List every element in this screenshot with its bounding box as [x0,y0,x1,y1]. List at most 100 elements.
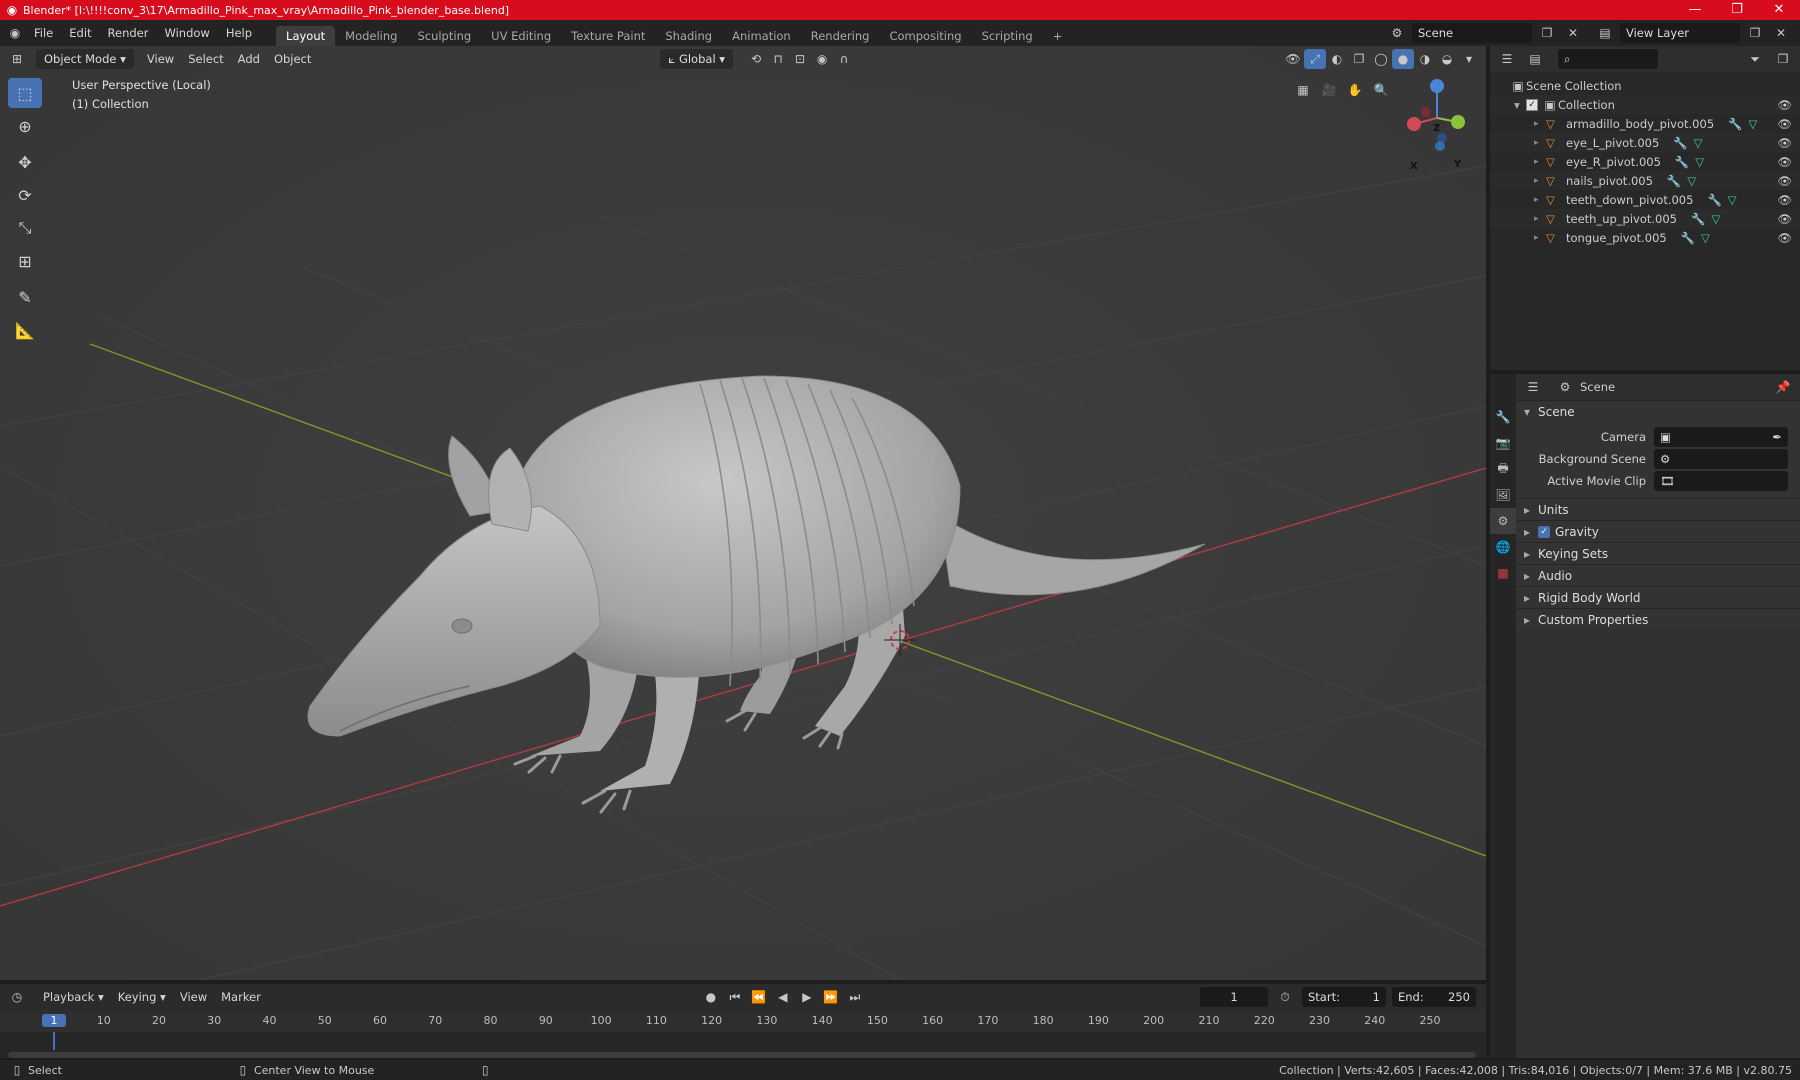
expand-arrow-icon[interactable]: ▾ [1514,98,1526,112]
mesh-data-icon[interactable]: ▽ [1687,174,1696,188]
rigid-body-world-panel-header[interactable]: ▸ Rigid Body World [1516,586,1800,608]
tree-object[interactable]: ▸ ▽ nails_pivot.005 🔧 ▽ 👁 [1490,171,1800,190]
play-reverse-icon[interactable]: ◀ [772,987,794,1007]
viewport-menu-object[interactable]: Object [267,49,318,69]
new-scene-icon[interactable]: ❐ [1536,23,1558,43]
tab-sculpting[interactable]: Sculpting [407,26,481,46]
menu-file[interactable]: File [26,20,61,46]
record-icon[interactable]: ● [700,987,722,1007]
stopwatch-icon[interactable]: ⏱ [1274,987,1296,1007]
jump-keyframe-forward-icon[interactable]: ⏩ [820,987,842,1007]
minimize-button[interactable]: — [1674,0,1716,20]
jump-keyframe-back-icon[interactable]: ⏪ [748,987,770,1007]
modifier-icon[interactable]: 🔧 [1675,155,1689,169]
timeline-scrollbar[interactable] [8,1052,1476,1058]
output-tab-icon[interactable]: 🖶 [1490,456,1516,482]
transform-orientation-dropdown[interactable]: ⟀ Global ▾ [660,49,734,69]
scale-tool-icon[interactable]: ⤡ [8,213,42,243]
new-view-layer-icon[interactable]: ❐ [1744,23,1766,43]
gravity-panel-header[interactable]: ▸ ✓ Gravity [1516,520,1800,542]
tab-animation[interactable]: Animation [722,26,801,46]
tool-tab-icon[interactable]: 🔧 [1490,404,1516,430]
snap-icon[interactable]: ⊓ [767,49,789,69]
transform-tool-icon[interactable]: ⊞ [8,246,42,276]
keying-sets-panel-header[interactable]: ▸ Keying Sets [1516,542,1800,564]
timeline-menu-keying[interactable]: Keying ▾ [111,987,173,1007]
menu-edit[interactable]: Edit [61,20,99,46]
menu-render[interactable]: Render [100,20,157,46]
gizmo-z-axis[interactable] [1430,79,1444,93]
viewport-menu-add[interactable]: Add [231,49,267,69]
keyframe-area[interactable] [0,1032,1486,1058]
maximize-button[interactable]: ❐ [1716,0,1758,20]
tree-object[interactable]: ▸ ▽ armadillo_body_pivot.005 🔧 ▽ 👁 [1490,114,1800,133]
tree-object[interactable]: ▸ ▽ eye_R_pivot.005 🔧 ▽ 👁 [1490,152,1800,171]
texture-tab-icon[interactable]: ▩ [1490,560,1516,586]
mesh-data-icon[interactable]: ▽ [1701,231,1710,245]
object-visibility-icon[interactable]: 👁 [1777,155,1792,169]
rendered-shading-icon[interactable]: ◒ [1436,49,1458,69]
modifier-icon[interactable]: 🔧 [1667,174,1681,188]
modifier-icon[interactable]: 🔧 [1691,212,1705,226]
modifier-icon[interactable]: 🔧 [1707,193,1721,207]
visibility-icon[interactable]: 👁 [1282,49,1304,69]
tree-object[interactable]: ▸ ▽ tongue_pivot.005 🔧 ▽ 👁 [1490,228,1800,247]
filter-icon[interactable]: ⏷ [1744,49,1766,69]
add-workspace-button[interactable]: + [1043,26,1073,46]
falloff-icon[interactable]: ∩ [833,49,855,69]
shading-options-icon[interactable]: ▾ [1458,49,1480,69]
move-tool-icon[interactable]: ✥ [8,147,42,177]
timeline-menu-marker[interactable]: Marker [214,987,268,1007]
xray-toggle-icon[interactable]: ❐ [1348,49,1370,69]
mesh-data-icon[interactable]: ▽ [1694,136,1703,150]
tree-scene-collection[interactable]: ▣ Scene Collection [1490,76,1800,95]
current-frame-field[interactable]: 1 [1200,987,1268,1007]
object-visibility-icon[interactable]: 👁 [1777,231,1792,245]
frame-ruler[interactable]: 1 10 20 30 40 50 60 70 80 90 100 110 120 130 140 150 160… [0,1010,1486,1032]
tab-compositing[interactable]: Compositing [879,26,971,46]
proportional-edit-icon[interactable]: ◉ [811,49,833,69]
expand-arrow-icon[interactable]: ▸ [1534,176,1546,186]
timeline-editor-type-icon[interactable]: ◷ [6,987,28,1007]
menu-help[interactable]: Help [218,20,260,46]
scene-selector[interactable]: Scene [1412,23,1532,43]
camera-field[interactable]: ▣ ✒ [1654,427,1788,447]
tab-rendering[interactable]: Rendering [801,26,880,46]
expand-arrow-icon[interactable]: ▸ [1534,233,1546,243]
expand-arrow-icon[interactable]: ▸ [1534,214,1546,224]
object-visibility-icon[interactable]: 👁 [1777,117,1792,131]
mesh-data-icon[interactable]: ▽ [1711,212,1720,226]
background-scene-field[interactable]: ⚙ [1654,449,1788,469]
eyedropper-icon[interactable]: ✒ [1772,430,1782,444]
cursor-tool-icon[interactable]: ⊕ [8,111,42,141]
tab-scripting[interactable]: Scripting [972,26,1043,46]
jump-end-icon[interactable]: ⏭ [844,987,866,1007]
mesh-data-icon[interactable]: ▽ [1695,155,1704,169]
zoom-view-icon[interactable]: 🔍 [1370,80,1392,100]
editor-type-icon[interactable]: ⊞ [6,49,28,69]
modifier-icon[interactable]: 🔧 [1673,136,1687,150]
modifier-icon[interactable]: 🔧 [1728,117,1742,131]
rotate-tool-icon[interactable]: ⟳ [8,180,42,210]
pan-view-icon[interactable]: ✋ [1344,80,1366,100]
properties-editor-type-icon[interactable]: ☰ [1522,377,1544,397]
snap-target-icon[interactable]: ⊡ [789,49,811,69]
delete-scene-icon[interactable]: ✕ [1562,23,1584,43]
tree-collection[interactable]: ▾ ✓ ▣ Collection 👁 [1490,95,1800,114]
tab-layout[interactable]: Layout [276,26,336,46]
playhead[interactable] [53,1032,55,1050]
gizmo-x-axis[interactable] [1407,117,1421,131]
tree-object[interactable]: ▸ ▽ eye_L_pivot.005 🔧 ▽ 👁 [1490,133,1800,152]
gizmo-toggle-icon[interactable]: ⤢ [1304,49,1326,69]
timeline-menu-view[interactable]: View [173,987,214,1007]
tab-shading[interactable]: Shading [655,26,722,46]
modifier-icon[interactable]: 🔧 [1681,231,1695,245]
close-button[interactable]: ✕ [1758,0,1800,20]
tree-object[interactable]: ▸ ▽ teeth_up_pivot.005 🔧 ▽ 👁 [1490,209,1800,228]
solid-shading-icon[interactable]: ● [1392,49,1414,69]
timeline-menu-playback[interactable]: Playback ▾ [36,987,111,1007]
outliner-search-input[interactable]: ⌕ [1558,49,1658,69]
object-visibility-icon[interactable]: 👁 [1777,212,1792,226]
delete-view-layer-icon[interactable]: ✕ [1770,23,1792,43]
mesh-data-icon[interactable]: ▽ [1748,117,1757,131]
